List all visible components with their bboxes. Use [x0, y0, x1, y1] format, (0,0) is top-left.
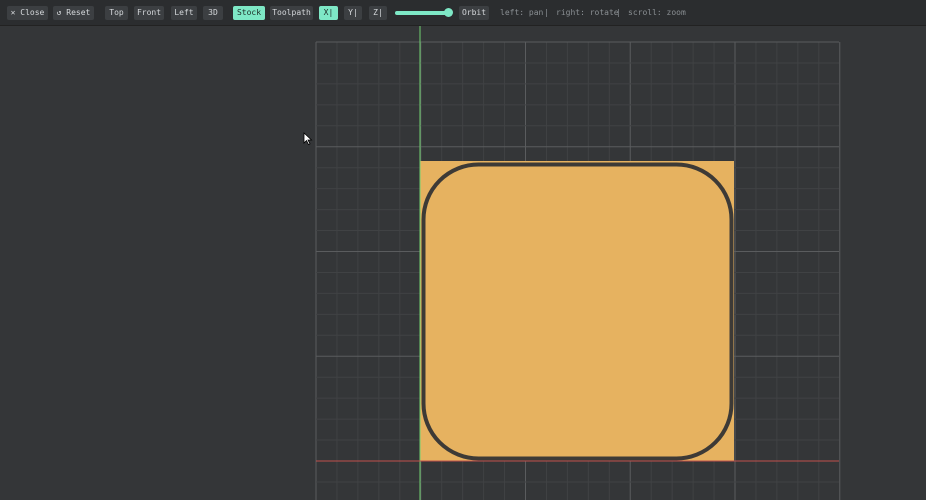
x-clip-button[interactable]: X| — [319, 6, 338, 20]
clip-slider[interactable] — [395, 8, 453, 17]
orbit-button[interactable]: Orbit — [459, 6, 489, 20]
hint-pan: left: pan — [500, 8, 544, 17]
y-clip-button[interactable]: Y| — [344, 6, 362, 20]
hint-separator: | — [616, 8, 621, 17]
stock-block — [420, 161, 734, 461]
stock-toggle[interactable]: Stock — [233, 6, 265, 20]
viewport-canvas[interactable] — [0, 26, 926, 500]
view-3d-button[interactable]: 3D — [203, 6, 223, 20]
view-top-button[interactable]: Top — [105, 6, 128, 20]
mouse-cursor-icon — [303, 132, 313, 146]
slider-knob[interactable] — [444, 8, 453, 17]
hint-separator: | — [544, 8, 549, 17]
toolpath-toggle[interactable]: Toolpath — [270, 6, 313, 20]
toolbar: ✕ Close ↺ Reset Top Front Left 3D Stock … — [0, 0, 926, 26]
reset-button[interactable]: ↺ Reset — [53, 6, 94, 20]
view-left-button[interactable]: Left — [171, 6, 197, 20]
hint-zoom: scroll: zoom — [628, 8, 686, 17]
view-front-button[interactable]: Front — [134, 6, 164, 20]
close-button[interactable]: ✕ Close — [7, 6, 48, 20]
z-clip-button[interactable]: Z| — [369, 6, 387, 20]
hint-rotate: right: rotate — [556, 8, 619, 17]
